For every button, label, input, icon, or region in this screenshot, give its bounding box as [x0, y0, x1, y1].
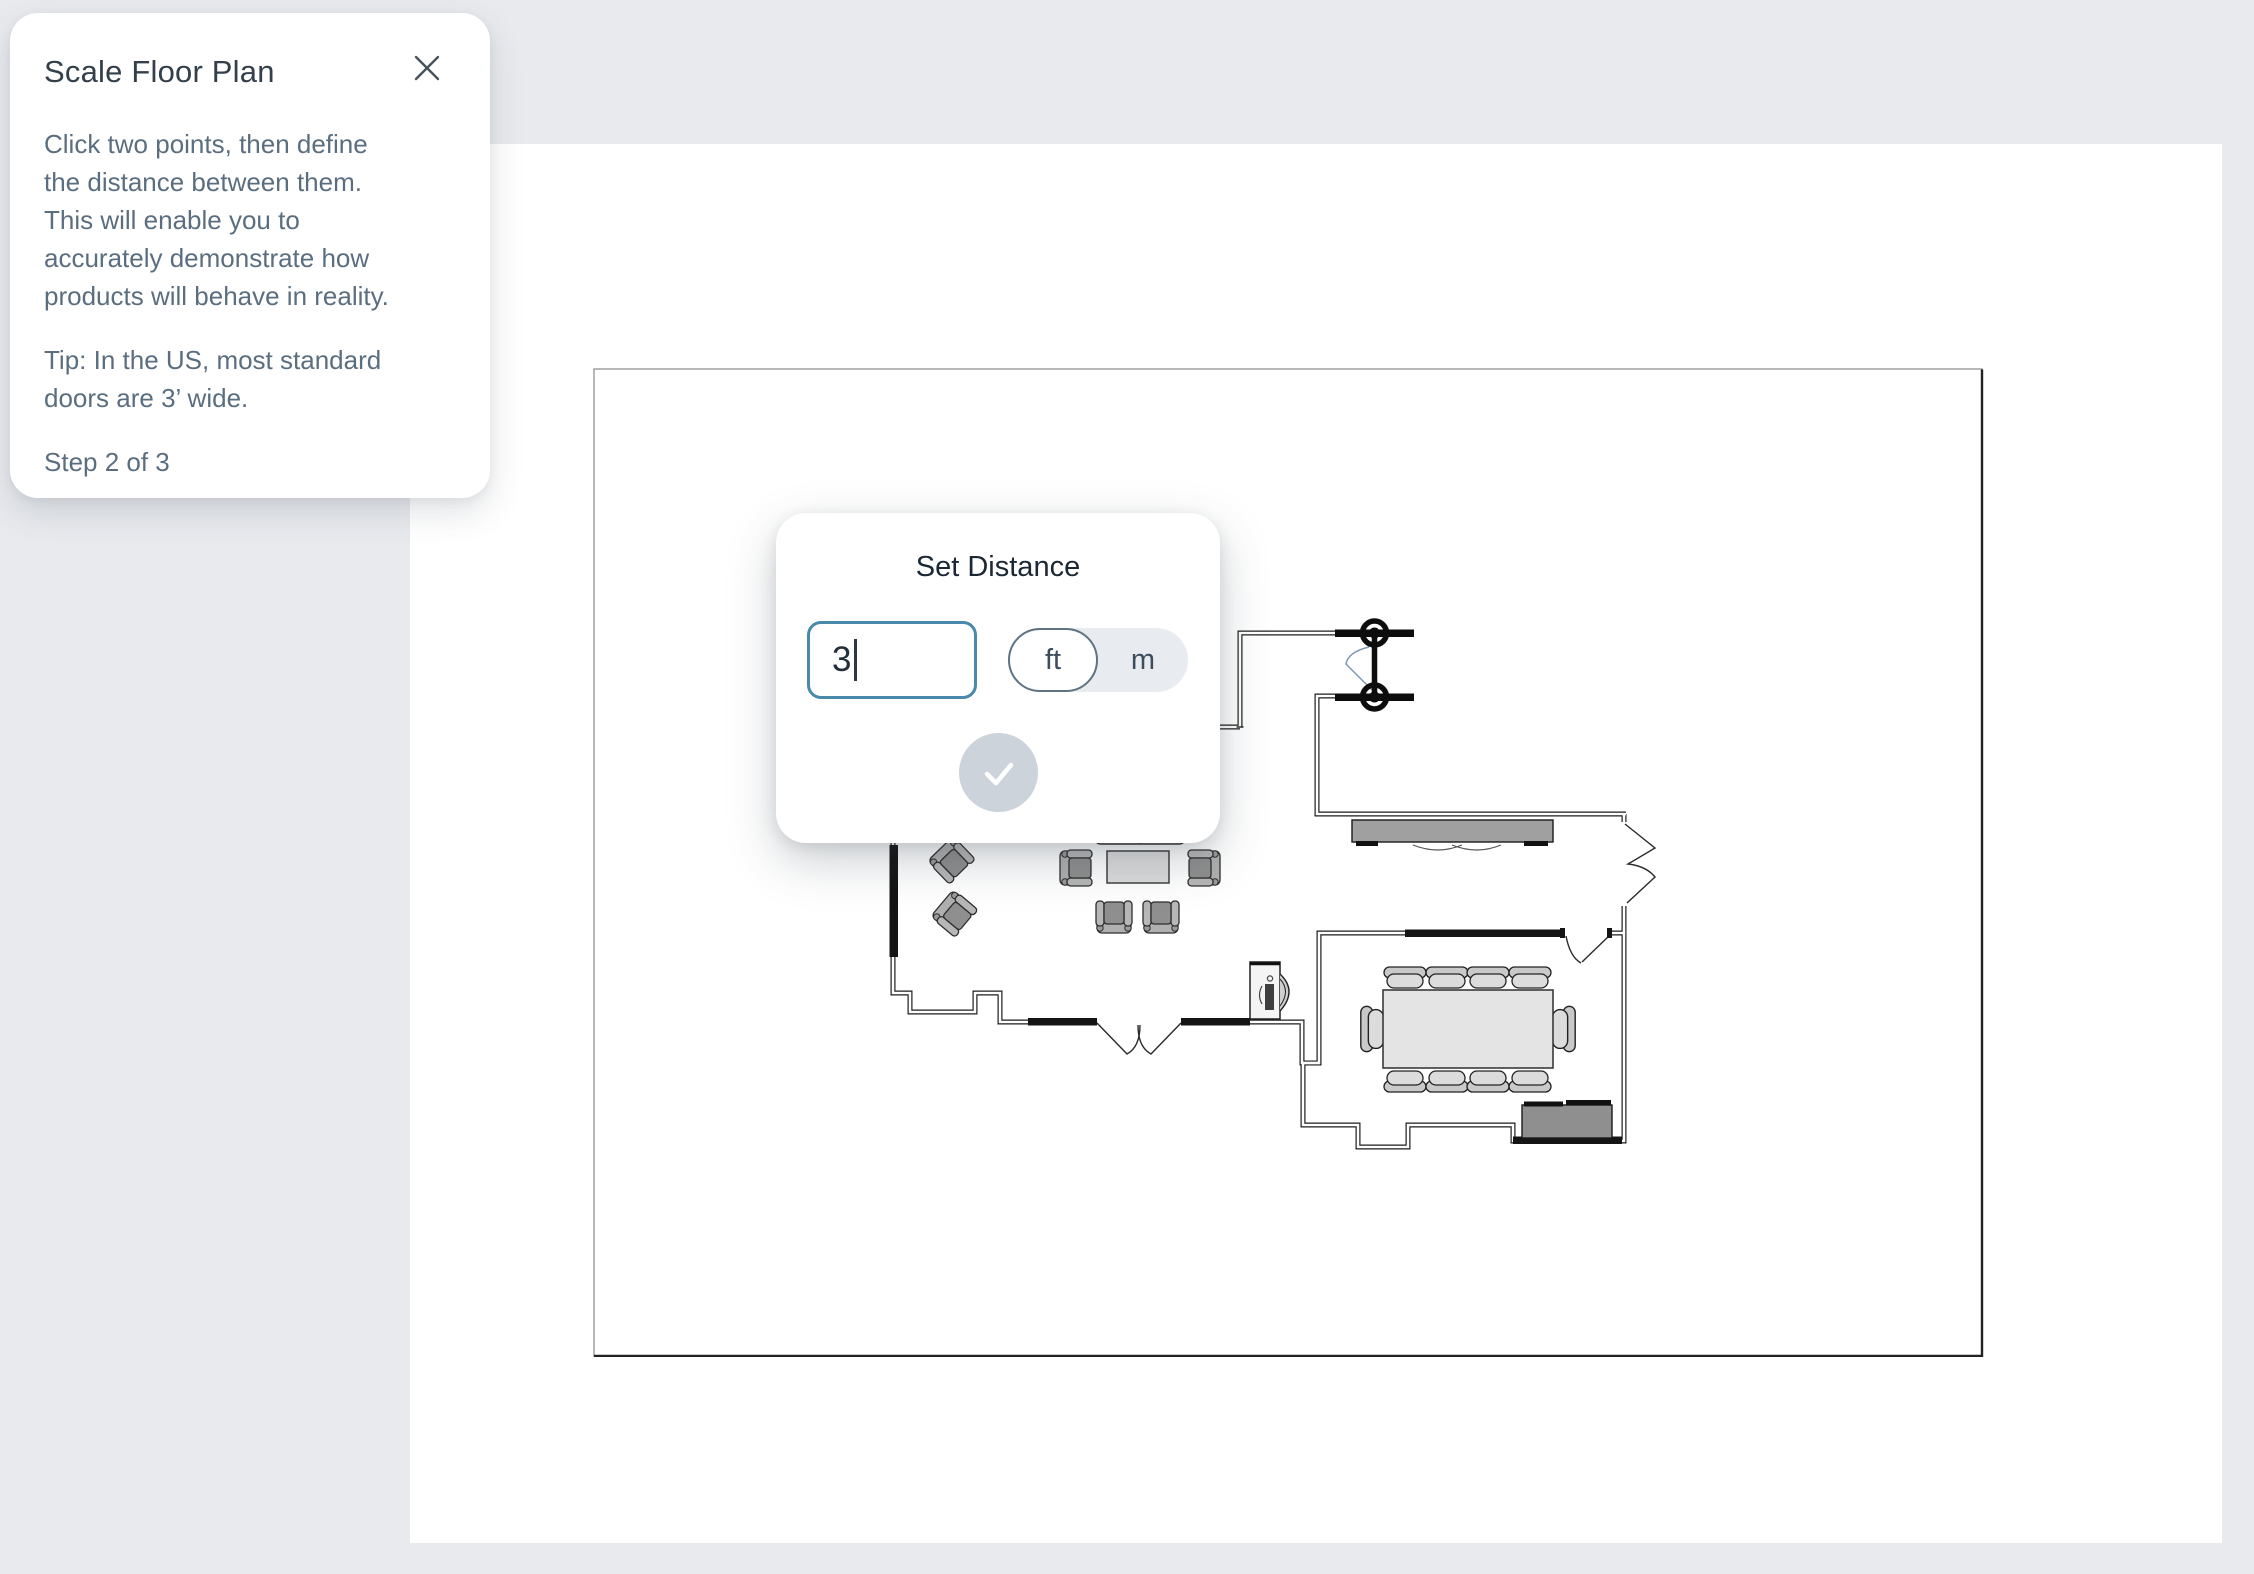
armchair [1143, 901, 1179, 933]
confirm-button[interactable] [959, 733, 1038, 812]
body-line: the distance between them. [44, 163, 452, 201]
dining-chair [1467, 967, 1509, 988]
tip-line: doors are 3’ wide. [44, 379, 452, 417]
card-body: Click two points, then define the distan… [44, 125, 452, 315]
unit-m-label: m [1131, 644, 1155, 677]
dining-chair [1384, 1071, 1426, 1092]
close-icon [414, 55, 440, 81]
checkmark-icon [977, 751, 1021, 795]
body-line: accurately demonstrate how [44, 239, 452, 277]
body-line: Click two points, then define [44, 125, 452, 163]
set-distance-dialog: Set Distance 3 ft m [776, 513, 1220, 843]
step-indicator: Step 2 of 3 [44, 443, 452, 481]
text-cursor [854, 639, 857, 681]
card-title: Scale Floor Plan [44, 55, 275, 89]
dining-chair [1509, 1071, 1551, 1092]
distance-value: 3 [832, 640, 851, 680]
unit-ft-label: ft [1045, 644, 1061, 677]
body-line: products will behave in reality. [44, 277, 452, 315]
dining-table [1383, 990, 1553, 1068]
unit-option-m[interactable]: m [1098, 628, 1188, 692]
armchair [1188, 850, 1220, 886]
close-button[interactable] [410, 51, 444, 85]
card-tip: Tip: In the US, most standard doors are … [44, 341, 452, 417]
dining-chair [1361, 1006, 1384, 1051]
app-page: Set Distance 3 ft m Scale Floor Pla [0, 0, 2254, 1574]
armchair [1096, 901, 1132, 933]
coffee-table [1107, 851, 1169, 883]
dialog-title: Set Distance [776, 551, 1220, 583]
armchair [1060, 850, 1092, 886]
body-line: This will enable you to [44, 201, 452, 239]
dining-chair [1553, 1006, 1576, 1051]
scale-floor-plan-card: Scale Floor Plan Click two points, then … [10, 13, 490, 498]
dining-chair [1426, 1071, 1468, 1092]
credenza [1522, 1100, 1612, 1138]
distance-input[interactable]: 3 [807, 621, 977, 699]
dining-chair [1467, 1071, 1509, 1092]
measurement-point-1[interactable] [1363, 621, 1387, 645]
unit-option-ft[interactable]: ft [1008, 628, 1098, 692]
tip-line: Tip: In the US, most standard [44, 341, 452, 379]
dining-chair [1509, 967, 1551, 988]
dining-chair [1384, 967, 1426, 988]
unit-toggle: ft m [1008, 628, 1188, 692]
measurement-point-2[interactable] [1363, 685, 1387, 709]
dining-chair [1426, 967, 1468, 988]
